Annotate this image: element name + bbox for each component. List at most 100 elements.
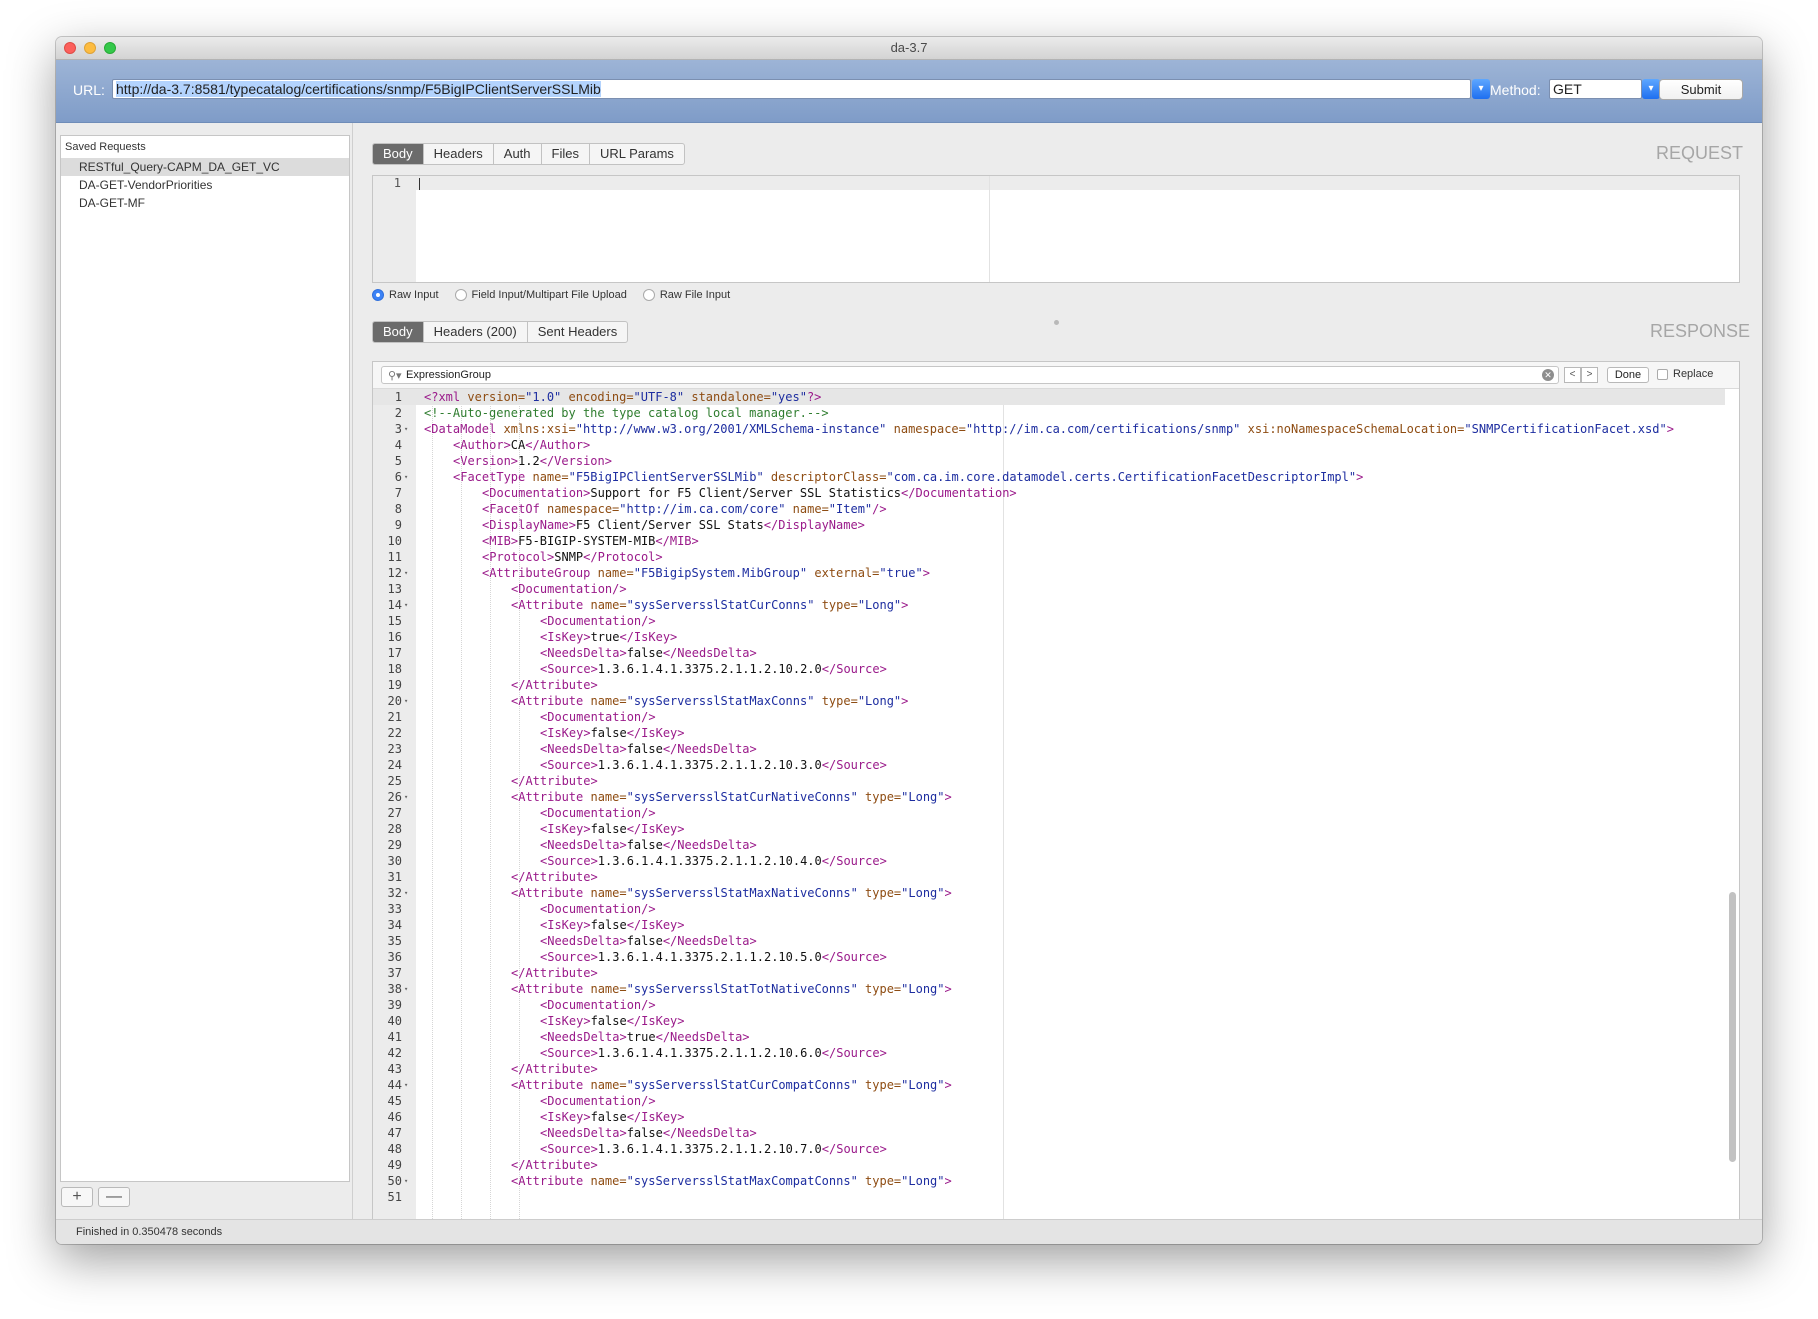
response-tab-sent-headers[interactable]: Sent Headers <box>528 322 627 342</box>
code-token: type= <box>865 1174 902 1188</box>
replace-toggle[interactable]: Replace <box>1657 368 1713 380</box>
input-mode-option[interactable]: Raw Input <box>372 289 439 301</box>
url-label: URL: <box>73 82 105 98</box>
fold-toggle-icon[interactable]: ▾ <box>404 1173 412 1189</box>
request-tab-url-params[interactable]: URL Params <box>590 144 684 164</box>
code-line: 4 <Author>CA</Author> <box>373 437 1725 453</box>
code-token: </NeedsDelta> <box>662 934 757 948</box>
line-number: 7 <box>394 486 402 500</box>
remove-request-button[interactable]: — <box>98 1187 130 1207</box>
fold-toggle-icon[interactable]: ▾ <box>404 693 412 709</box>
fold-toggle-icon[interactable]: ▾ <box>404 885 412 901</box>
saved-request-item[interactable]: DA-GET-VendorPriorities <box>61 176 349 194</box>
code-line: 11 <Protocol>SNMP</Protocol> <box>373 549 1725 565</box>
line-number: 17 <box>387 646 402 660</box>
url-input[interactable]: http://da-3.7:8581/typecatalog/certifica… <box>112 79 1471 99</box>
code-line: 39 <Documentation/> <box>373 997 1725 1013</box>
input-mode-option[interactable]: Field Input/Multipart File Upload <box>454 289 627 301</box>
minimize-window-button[interactable] <box>84 42 96 54</box>
submit-button[interactable]: Submit <box>1659 79 1743 100</box>
fold-toggle-icon[interactable]: ▾ <box>404 469 412 485</box>
input-mode-radio[interactable] <box>642 289 655 301</box>
request-body-editor[interactable]: 1 <box>372 175 1740 283</box>
input-mode-radio[interactable] <box>454 289 467 301</box>
code-line: 35 <NeedsDelta>false</NeedsDelta> <box>373 933 1725 949</box>
code-text: <?xml version="1.0" encoding="UTF-8" sta… <box>424 389 821 405</box>
find-done-button[interactable]: Done <box>1607 367 1649 383</box>
request-tab-body[interactable]: Body <box>373 144 424 164</box>
replace-checkbox[interactable] <box>1657 368 1668 380</box>
split-divider[interactable] <box>352 123 353 1244</box>
status-bar: Finished in 0.350478 seconds <box>56 1219 1762 1244</box>
code-token: "F5BigipSystem.MibGroup" <box>633 566 815 580</box>
code-line: 30 <Source>1.3.6.1.4.1.3375.2.1.1.2.10.4.… <box>373 853 1725 869</box>
line-number: 27 <box>387 806 402 820</box>
code-line: 37 </Attribute> <box>373 965 1725 981</box>
code-token: 1.3.6.1.4.1.3375.2.1.1.2.10.3.0 <box>597 758 822 772</box>
code-token: <Attribute <box>511 598 591 612</box>
code-token: namespace= <box>893 422 966 436</box>
line-number: 10 <box>387 534 402 548</box>
code-token: "sysServersslStatTotNativeConns" <box>626 982 866 996</box>
find-next-button[interactable]: > <box>1581 367 1598 383</box>
close-window-button[interactable] <box>64 42 76 54</box>
code-line: 32 ▾ <Attribute name="sysServersslStatMaxN… <box>373 885 1725 901</box>
code-text: <Documentation/> <box>540 709 656 725</box>
code-token: <Documentation/> <box>540 998 656 1012</box>
saved-request-item[interactable]: RESTful_Query-CAPM_DA_GET_VC <box>61 158 349 176</box>
fold-toggle-icon[interactable]: ▾ <box>404 789 412 805</box>
zoom-window-button[interactable] <box>104 42 116 54</box>
code-token: "Long" <box>901 790 945 804</box>
print-margin-guide <box>989 176 990 282</box>
fold-toggle-icon[interactable]: ▾ <box>404 565 412 581</box>
code-line: 2 <!--Auto-generated by the type catalog … <box>373 405 1725 421</box>
response-tab-headers-200[interactable]: Headers (200) <box>424 322 528 342</box>
code-line: 18 <Source>1.3.6.1.4.1.3375.2.1.1.2.10.2.… <box>373 661 1725 677</box>
request-tab-headers[interactable]: Headers <box>424 144 494 164</box>
saved-request-item[interactable]: DA-GET-MF <box>61 194 349 212</box>
input-mode-radio[interactable] <box>372 289 384 301</box>
code-text: <IsKey>false</IsKey> <box>540 917 685 933</box>
code-text: <Source>1.3.6.1.4.1.3375.2.1.1.2.10.3.0<… <box>540 757 887 773</box>
line-number: 44 <box>387 1078 402 1092</box>
line-number: 4 <box>394 438 402 452</box>
fold-toggle-icon[interactable]: ▾ <box>404 597 412 613</box>
code-line: 21 <Documentation/> <box>373 709 1725 725</box>
request-tab-files[interactable]: Files <box>542 144 590 164</box>
code-token: /> <box>872 502 887 516</box>
response-tab-body[interactable]: Body <box>373 322 424 342</box>
fold-toggle-icon[interactable]: ▾ <box>404 421 412 437</box>
code-token: <?xml <box>424 390 468 404</box>
code-text: <Author>CA</Author> <box>453 437 590 453</box>
url-history-dropdown-button[interactable]: ▾ <box>1472 79 1490 99</box>
clear-search-icon[interactable]: ✕ <box>1542 369 1554 381</box>
response-code-editor[interactable]: 1 <?xml version="1.0" encoding="UTF-8" st… <box>373 389 1725 1244</box>
request-current-line <box>373 176 1739 190</box>
find-previous-button[interactable]: < <box>1564 367 1581 383</box>
code-text: <Source>1.3.6.1.4.1.3375.2.1.1.2.10.5.0<… <box>540 949 887 965</box>
method-select[interactable]: GET <box>1549 79 1642 99</box>
fold-toggle-icon[interactable]: ▾ <box>404 981 412 997</box>
line-number: 42 <box>387 1046 402 1060</box>
code-token: "Item" <box>828 502 873 516</box>
code-text: <Attribute name="sysServersslStatMaxNati… <box>511 885 952 901</box>
code-line: 44 ▾ <Attribute name="sysServersslStatCurC… <box>373 1077 1725 1093</box>
search-icon: ⚲▾ <box>388 370 402 382</box>
find-search-input[interactable]: ⚲▾ ExpressionGroup ✕ <box>381 366 1559 384</box>
fold-toggle-icon[interactable]: ▾ <box>404 1077 412 1093</box>
resize-grip-icon[interactable] <box>1054 320 1059 325</box>
add-request-button[interactable]: + <box>61 1187 93 1207</box>
line-number: 5 <box>394 454 402 468</box>
code-token: "sysServersslStatCurNativeConns" <box>626 790 866 804</box>
input-mode-option[interactable]: Raw File Input <box>642 289 730 301</box>
code-token: </Attribute> <box>511 870 598 884</box>
method-dropdown-button[interactable]: ▾ <box>1642 79 1660 99</box>
code-token: <Protocol> <box>482 550 555 564</box>
code-token: </Source> <box>821 1046 887 1060</box>
code-text: <IsKey>true</IsKey> <box>540 629 677 645</box>
code-token: "sysServersslStatMaxNativeConns" <box>626 886 866 900</box>
code-token: <NeedsDelta> <box>540 1126 627 1140</box>
vertical-scrollbar[interactable] <box>1729 892 1736 1162</box>
request-tab-auth[interactable]: Auth <box>494 144 542 164</box>
code-token: 1.3.6.1.4.1.3375.2.1.1.2.10.4.0 <box>597 854 822 868</box>
